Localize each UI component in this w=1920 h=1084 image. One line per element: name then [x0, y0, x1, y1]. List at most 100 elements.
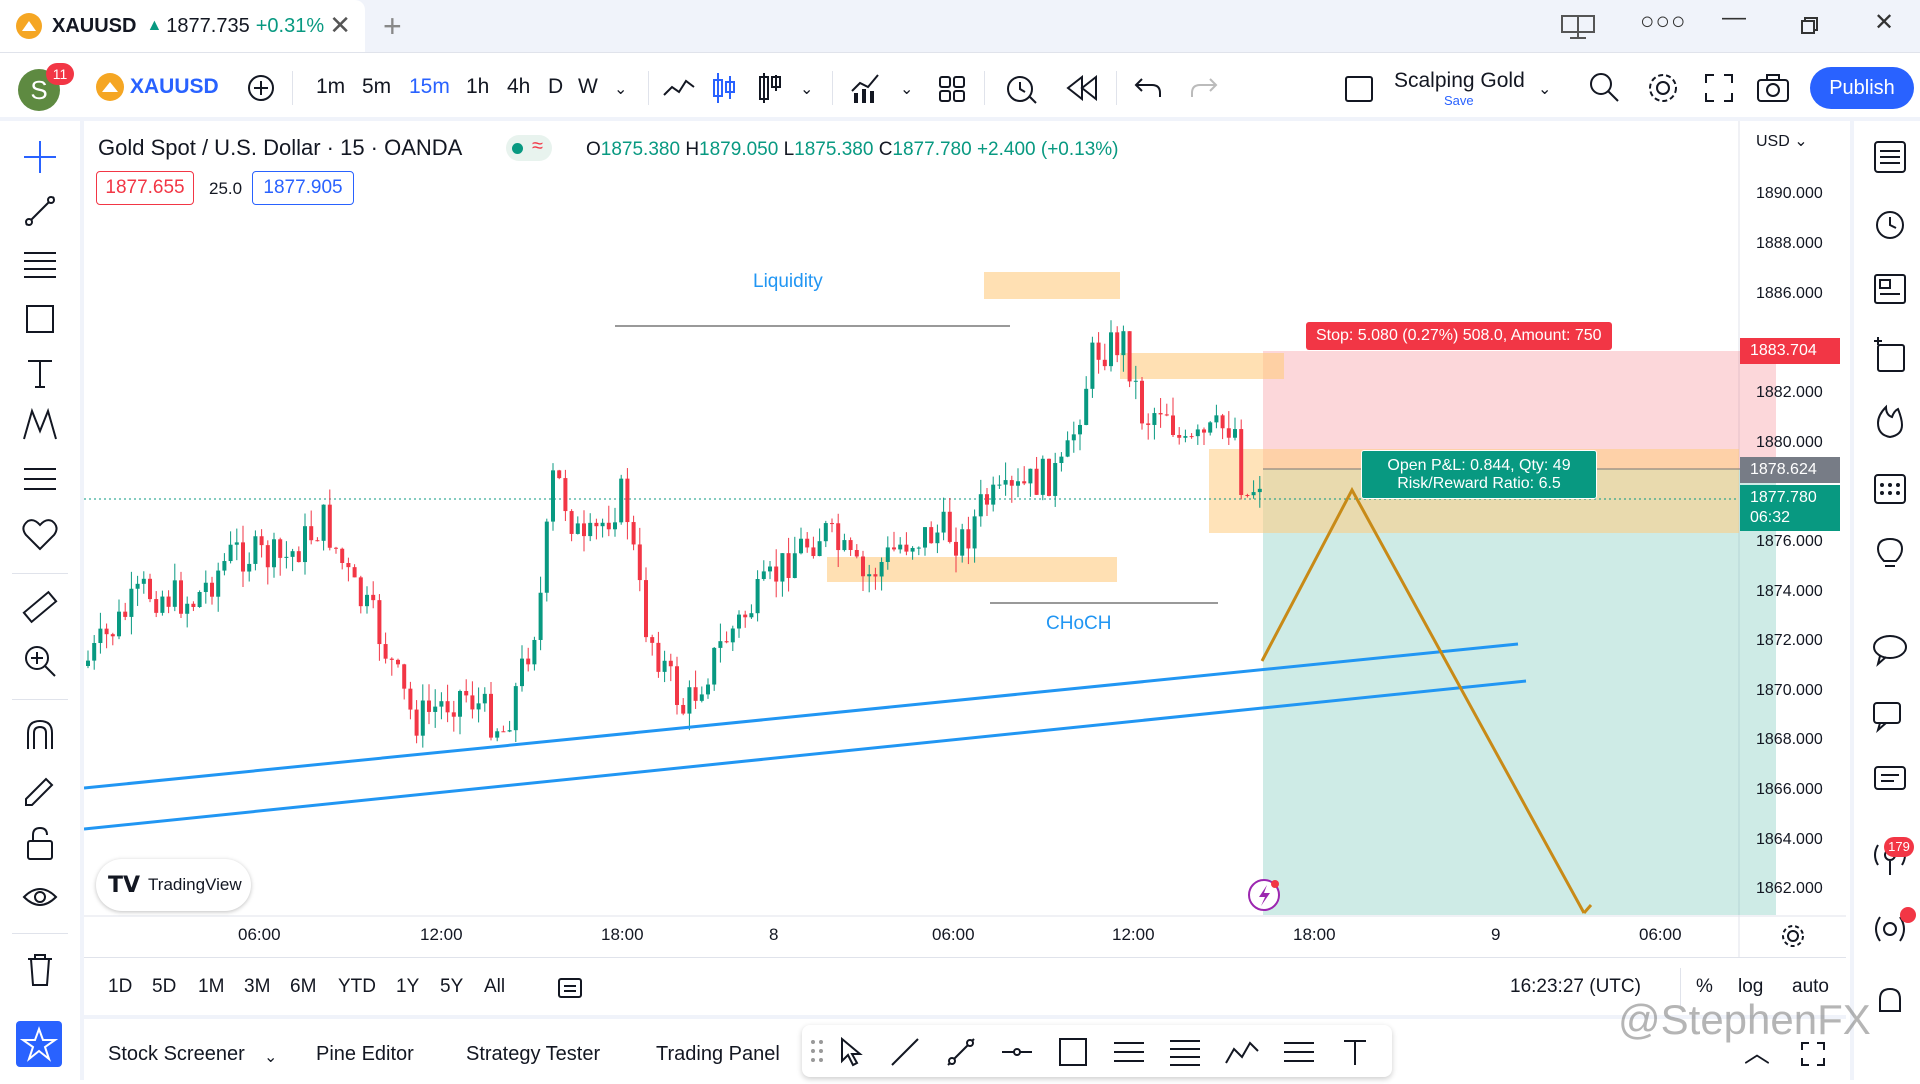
- fullscreen-icon[interactable]: [1704, 73, 1734, 103]
- range-1y[interactable]: 1Y: [396, 976, 419, 998]
- draw-line-icon[interactable]: [888, 1035, 922, 1069]
- gear-icon[interactable]: [1646, 71, 1680, 105]
- range-5d[interactable]: 5D: [152, 976, 176, 998]
- chevron-down-icon[interactable]: ⌄: [264, 1047, 277, 1067]
- restore-icon[interactable]: [1800, 16, 1820, 36]
- market-status-badge[interactable]: [506, 135, 552, 161]
- minimize-icon[interactable]: —: [1722, 4, 1746, 32]
- tab-strategy-tester[interactable]: Strategy Tester: [466, 1043, 600, 1066]
- magnet-icon[interactable]: [20, 715, 60, 755]
- range-1d[interactable]: 1D: [108, 976, 132, 998]
- interval-5m[interactable]: 5m: [362, 75, 391, 99]
- drag-handle-icon[interactable]: [810, 1039, 824, 1063]
- symbol-search-button[interactable]: XAUUSD: [96, 73, 219, 101]
- add-list-icon[interactable]: [1870, 335, 1910, 375]
- chevron-down-icon[interactable]: ⌄: [1538, 79, 1551, 99]
- chart-settings-icon[interactable]: [1780, 923, 1806, 949]
- prediction-icon[interactable]: [20, 459, 60, 499]
- layout-icon[interactable]: [1344, 75, 1374, 103]
- zoom-in-icon[interactable]: [20, 641, 60, 681]
- range-3m[interactable]: 3M: [244, 976, 270, 998]
- compare-add-icon[interactable]: [246, 73, 276, 103]
- fib-tool-icon[interactable]: [1112, 1035, 1146, 1069]
- fib-retracement-icon[interactable]: [20, 245, 60, 285]
- liquidity-label[interactable]: Liquidity: [753, 271, 823, 293]
- range-1m[interactable]: 1M: [198, 976, 224, 998]
- maximize-panel-icon[interactable]: [1800, 1041, 1826, 1067]
- camera-icon[interactable]: [1756, 73, 1790, 103]
- trash-icon[interactable]: [20, 949, 60, 989]
- lock-icon[interactable]: [20, 823, 60, 863]
- cursor-arrow-icon[interactable]: [836, 1037, 864, 1067]
- range-6m[interactable]: 6M: [290, 976, 316, 998]
- layout-name[interactable]: Scalping Gold: [1394, 69, 1525, 93]
- new-tab-icon[interactable]: +: [383, 8, 402, 45]
- utc-clock[interactable]: 16:23:27 (UTC): [1510, 976, 1641, 998]
- text-tool-icon[interactable]: [1338, 1035, 1372, 1069]
- chat-icon[interactable]: [1870, 629, 1910, 669]
- pattern-icon[interactable]: [20, 405, 60, 445]
- chevron-down-icon[interactable]: ⌄: [900, 79, 913, 99]
- percent-scale-toggle[interactable]: %: [1696, 976, 1713, 998]
- horizontal-line-icon[interactable]: [1000, 1035, 1034, 1069]
- range-all[interactable]: All: [484, 976, 505, 998]
- hotlist-icon[interactable]: [1870, 401, 1910, 441]
- notifications-icon[interactable]: [1870, 981, 1910, 1021]
- watchlist-icon[interactable]: [1870, 137, 1910, 177]
- auto-scale-toggle[interactable]: auto: [1792, 976, 1829, 998]
- range-ytd[interactable]: YTD: [338, 976, 376, 998]
- heart-icon[interactable]: [20, 515, 60, 555]
- layout-save[interactable]: Save: [1444, 93, 1474, 108]
- rectangle-icon[interactable]: [20, 299, 60, 339]
- trendline-icon[interactable]: [20, 191, 60, 231]
- tradingview-logo[interactable]: 𝗧𝗩 TradingView: [96, 859, 251, 911]
- stay-drawing-icon[interactable]: [20, 769, 60, 809]
- interval-1h[interactable]: 1h: [466, 75, 489, 99]
- trendline-tool-icon[interactable]: [944, 1035, 978, 1069]
- private-chat-icon[interactable]: [1870, 761, 1910, 801]
- choch-label[interactable]: CHoCH: [1046, 613, 1111, 635]
- undo-icon[interactable]: [1134, 75, 1162, 101]
- buy-price-button[interactable]: 1877.905: [252, 171, 354, 205]
- demand-zone[interactable]: [827, 557, 1117, 582]
- interval-4h[interactable]: 4h: [507, 75, 530, 99]
- path-tool-icon[interactable]: [1224, 1035, 1262, 1069]
- favorites-star-button[interactable]: [16, 1021, 62, 1067]
- fib-extension-icon[interactable]: [1168, 1035, 1202, 1069]
- bars-icon[interactable]: [756, 71, 784, 105]
- interval-15m[interactable]: 15m: [409, 75, 450, 99]
- price-chart[interactable]: [84, 121, 1846, 957]
- redo-icon[interactable]: [1190, 75, 1218, 101]
- goto-date-icon[interactable]: [556, 974, 584, 1000]
- chart-tab[interactable]: XAUUSD ▲ 1877.735 +0.31% ✕: [0, 0, 365, 52]
- publish-button[interactable]: Publish: [1810, 67, 1914, 109]
- messages-icon[interactable]: [1870, 695, 1910, 735]
- alert-clock-icon[interactable]: [1004, 71, 1038, 105]
- news-icon[interactable]: [1870, 269, 1910, 309]
- supply-zone[interactable]: [1120, 353, 1284, 379]
- alarm-clock-icon[interactable]: [1870, 203, 1910, 243]
- range-5y[interactable]: 5Y: [440, 976, 463, 998]
- chevron-down-icon[interactable]: ⌄: [614, 79, 627, 99]
- tab-trading-panel[interactable]: Trading Panel: [656, 1043, 780, 1066]
- crosshair-icon[interactable]: [20, 137, 60, 177]
- candles-icon[interactable]: [710, 71, 738, 105]
- log-scale-toggle[interactable]: log: [1738, 976, 1763, 998]
- tab-pine-editor[interactable]: Pine Editor: [316, 1043, 414, 1066]
- interval-d[interactable]: D: [548, 75, 563, 99]
- close-tab-icon[interactable]: ✕: [329, 10, 351, 41]
- text-icon[interactable]: [20, 353, 60, 393]
- more-icon[interactable]: ○○○: [1640, 8, 1687, 36]
- ideas-lightbulb-icon[interactable]: [1870, 533, 1910, 573]
- calendar-icon[interactable]: [1870, 467, 1910, 507]
- line-chart-icon[interactable]: [662, 73, 696, 103]
- eye-icon[interactable]: [20, 877, 60, 917]
- lines-tool-icon[interactable]: [1282, 1035, 1316, 1069]
- close-window-icon[interactable]: ✕: [1874, 8, 1894, 37]
- ruler-icon[interactable]: [20, 587, 60, 627]
- chart-pane[interactable]: Gold Spot / U.S. Dollar · 15 · OANDA O18…: [84, 121, 1846, 957]
- chart-symbol-title[interactable]: Gold Spot / U.S. Dollar · 15 · OANDA: [98, 135, 462, 161]
- templates-icon[interactable]: [938, 75, 966, 103]
- events-lightning-icon[interactable]: [1248, 879, 1280, 911]
- chevron-down-icon[interactable]: ⌄: [800, 79, 813, 99]
